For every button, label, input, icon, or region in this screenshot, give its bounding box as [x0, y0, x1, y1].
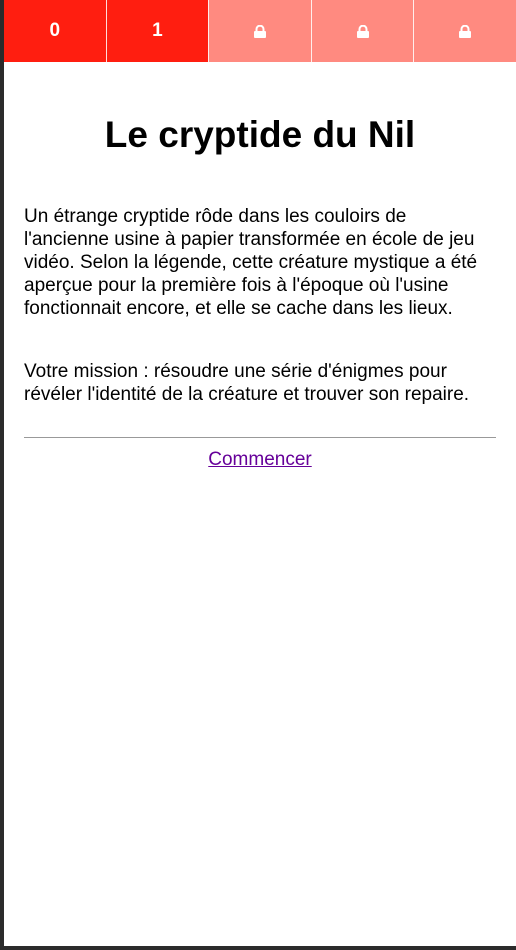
tab-label: 1: [152, 20, 163, 41]
tab-level-0[interactable]: 0: [4, 0, 106, 62]
tab-level-locked-4: [413, 0, 516, 62]
page-title: Le cryptide du Nil: [104, 114, 416, 155]
lock-icon: [459, 24, 472, 38]
page: 0 1 Le cryptide du Nil Un étrange crypti…: [4, 0, 516, 946]
divider: [24, 437, 496, 438]
tab-level-locked-2: [208, 0, 311, 62]
level-tabbar: 0 1: [4, 0, 516, 62]
main-content: Un étrange cryptide rôde dans les couloi…: [4, 205, 516, 471]
start-link[interactable]: Commencer: [208, 449, 311, 470]
start-container: Commencer: [24, 448, 496, 471]
mission-paragraph: Votre mission : résoudre une série d'éni…: [24, 361, 470, 405]
tab-label: 0: [49, 20, 61, 41]
lock-icon: [356, 24, 369, 38]
lock-icon: [253, 24, 266, 38]
tab-level-1[interactable]: 1: [105, 0, 209, 62]
tab-level-locked-3: [310, 0, 414, 62]
intro-paragraph: Un étrange cryptide rôde dans les couloi…: [24, 206, 478, 319]
